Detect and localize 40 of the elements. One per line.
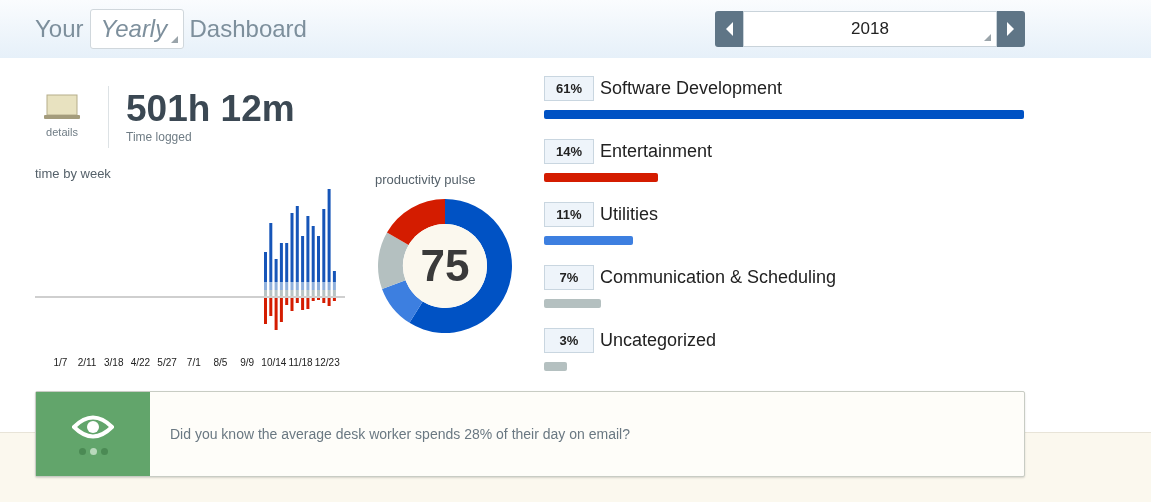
axis-label: 8/5 — [212, 357, 229, 368]
axis-label: 9/9 — [239, 357, 256, 368]
details-link[interactable]: details — [46, 126, 78, 138]
category-name[interactable]: Entertainment — [600, 141, 713, 162]
header-text: Dashboard — [189, 15, 307, 43]
total-time-label: Time logged — [126, 130, 193, 144]
axis-label: 5/27 — [156, 357, 178, 368]
axis-label: 7/1 — [185, 357, 202, 368]
axis-label: 2/11 — [76, 357, 98, 368]
percent-badge: 14% — [544, 139, 594, 164]
previous-year-button[interactable] — [715, 11, 743, 47]
tip-text: Did you know the average desk worker spends 28% of their day on email? — [170, 426, 630, 442]
axis-label: 11/18 — [287, 357, 314, 368]
pulse-score: 75 — [420, 241, 470, 291]
category-name[interactable]: Uncategorized — [600, 330, 717, 351]
percent-badge: 3% — [544, 328, 594, 353]
laptop-icon[interactable] — [44, 94, 80, 120]
header-text: Your — [35, 15, 84, 43]
eye-icon — [72, 413, 114, 440]
page-dot[interactable] — [78, 447, 86, 455]
category-name[interactable]: Software Development — [600, 78, 783, 99]
axis-label: 4/22 — [129, 357, 152, 368]
axis-label: 10/14 — [260, 357, 288, 368]
page-dot[interactable] — [89, 447, 97, 455]
axis-label: 1/7 — [52, 357, 69, 368]
right-arrow-icon — [1006, 21, 1016, 37]
year-dropdown[interactable]: 2018 — [743, 11, 997, 47]
category-name[interactable]: Utilities — [600, 204, 658, 225]
axis-label: 12/23 — [313, 357, 341, 368]
chart-title: time by week — [35, 166, 112, 181]
total-time: 501h 12m — [126, 90, 295, 128]
page-dot[interactable] — [100, 447, 108, 455]
axis-label: 3/18 — [103, 357, 125, 368]
next-year-button[interactable] — [997, 11, 1025, 47]
category-name[interactable]: Communication & Scheduling — [600, 267, 837, 288]
percent-badge: 61% — [544, 76, 594, 101]
left-arrow-icon — [724, 21, 734, 37]
percent-badge: 7% — [544, 265, 594, 290]
chart-title: productivity pulse — [375, 172, 476, 187]
percent-badge: 11% — [544, 202, 594, 227]
